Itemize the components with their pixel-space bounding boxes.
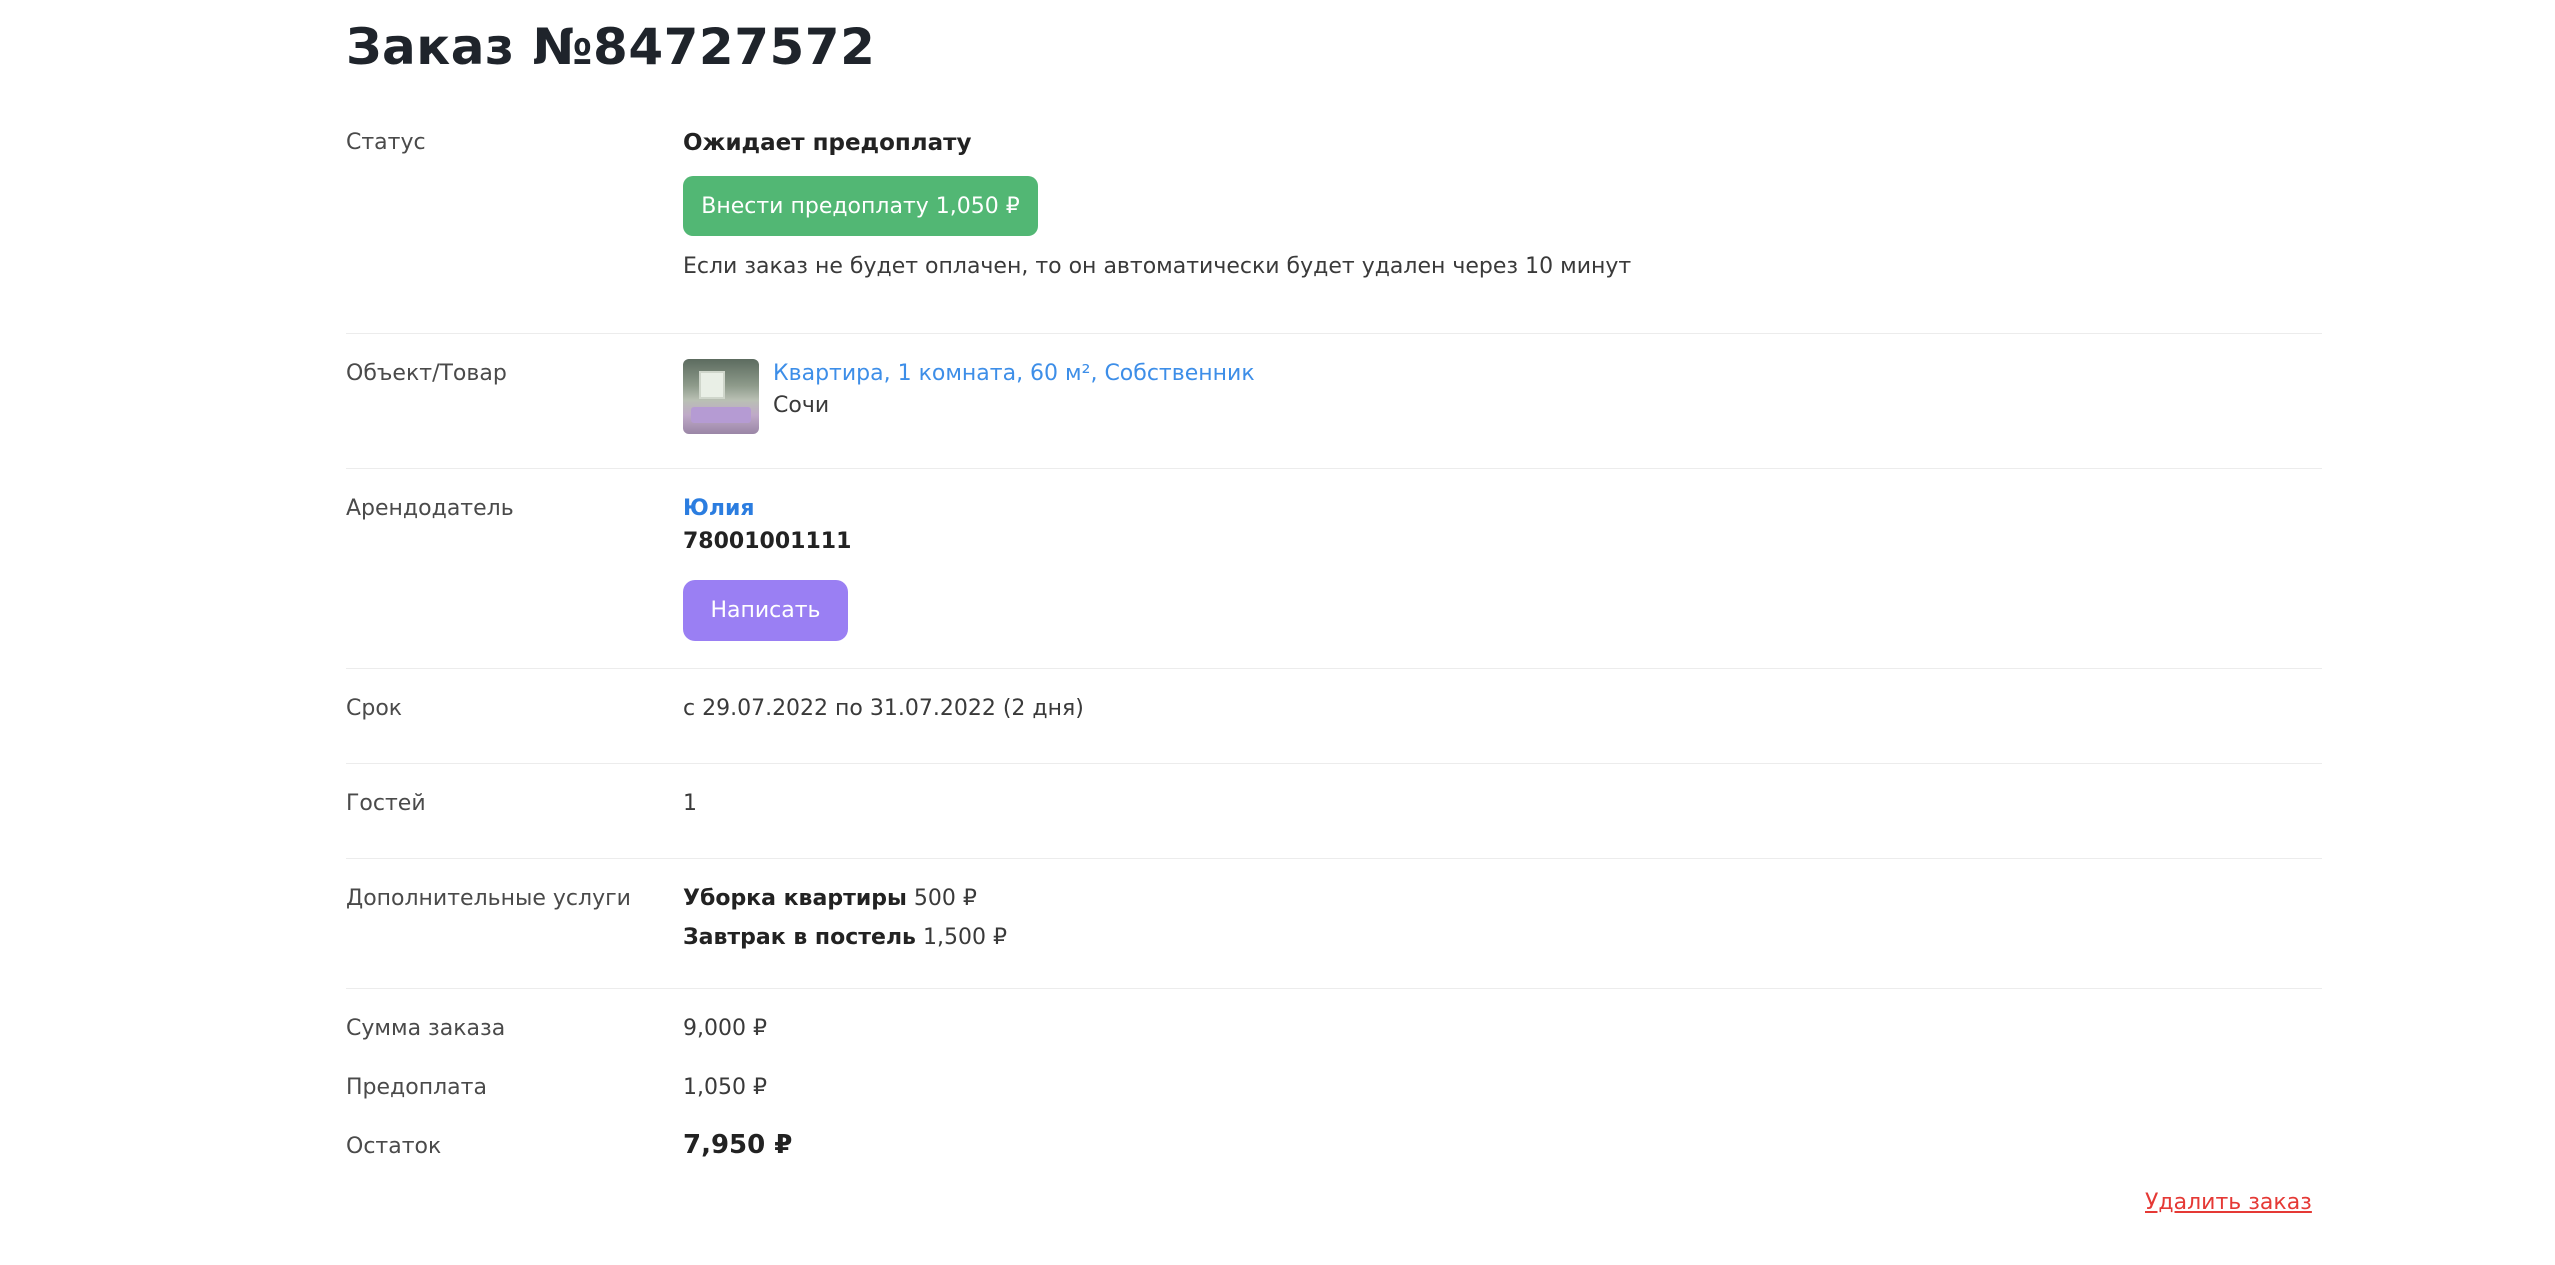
status-label: Статус [346,130,426,155]
prepay-label: Предоплата [346,1075,487,1100]
period-label: Срок [346,696,403,721]
pay-prepayment-button[interactable]: Внести предоплату 1,050 ₽ [683,176,1038,236]
page-title: Заказ №84727572 [346,18,876,76]
service-item: Завтрак в постель 1,500 ₽ [683,925,1007,950]
object-city: Сочи [773,393,830,418]
period-value: с 29.07.2022 по 31.07.2022 (2 дня) [683,696,1084,721]
window-shape [699,371,725,399]
write-message-button[interactable]: Написать [683,580,848,641]
remain-value: 7,950 ₽ [683,1130,793,1160]
remain-label: Остаток [346,1134,442,1159]
divider [346,988,2322,989]
divider [346,858,2322,859]
sum-label: Сумма заказа [346,1016,506,1041]
divider [346,763,2322,764]
apartment-thumbnail[interactable] [683,359,759,434]
service-price: 1,500 ₽ [922,925,1007,950]
divider [346,468,2322,469]
service-name: Завтрак в постель [683,925,916,950]
bed-shape [691,407,751,423]
divider [346,333,2322,334]
service-item: Уборка квартиры 500 ₽ [683,886,977,911]
service-name: Уборка квартиры [683,886,907,911]
landlord-label: Арендодатель [346,496,514,521]
delete-order-link[interactable]: Удалить заказ [2145,1190,2312,1215]
payment-deadline-note: Если заказ не будет оплачен, то он автом… [683,254,1632,279]
guests-value: 1 [683,791,697,816]
object-label: Объект/Товар [346,361,507,386]
divider [346,668,2322,669]
landlord-name-link[interactable]: Юлия [683,496,754,521]
service-price: 500 ₽ [913,886,977,911]
landlord-phone: 78001001111 [683,529,852,554]
sum-value: 9,000 ₽ [683,1016,767,1041]
prepay-value: 1,050 ₽ [683,1075,767,1100]
services-label: Дополнительные услуги [346,886,631,911]
status-value: Ожидает предоплату [683,130,972,156]
guests-label: Гостей [346,791,426,816]
object-title-link[interactable]: Квартира, 1 комната, 60 м², Собственник [773,361,1255,386]
